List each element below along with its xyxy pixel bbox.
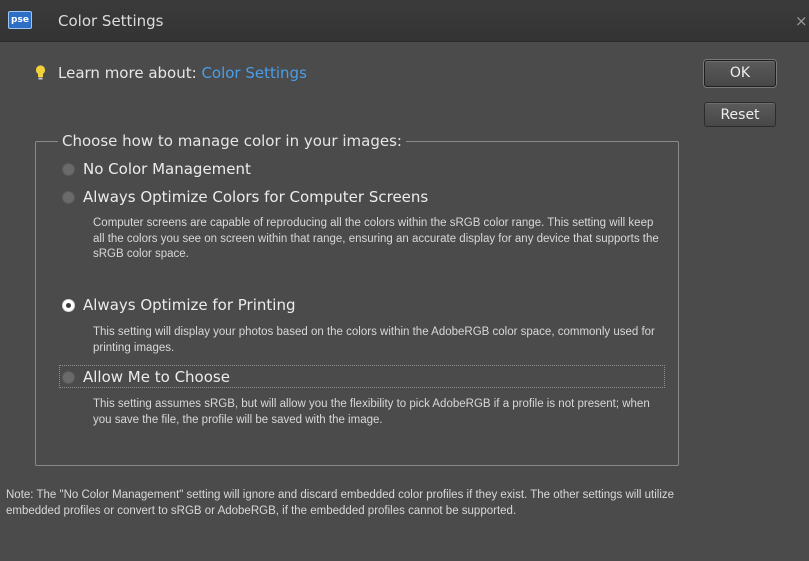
radio-label: Always Optimize Colors for Computer Scre… — [83, 188, 429, 206]
app-icon: pse — [8, 11, 32, 29]
ok-button[interactable]: OK — [704, 60, 776, 87]
radio-always-optimize-screens[interactable]: Always Optimize Colors for Computer Scre… — [62, 186, 428, 208]
radio-button[interactable] — [62, 190, 75, 204]
group-legend: Choose how to manage color in your image… — [58, 132, 406, 150]
close-icon[interactable]: × — [795, 12, 808, 30]
radio-no-color-management[interactable]: No Color Management — [62, 158, 251, 180]
radio-button[interactable] — [62, 370, 75, 384]
radio-button-selected[interactable] — [62, 298, 75, 312]
radio-label: Always Optimize for Printing — [83, 296, 296, 314]
learn-more-label: Learn more about: — [58, 64, 197, 82]
option-description: Computer screens are capable of reproduc… — [93, 217, 659, 260]
lightbulb-icon — [35, 65, 46, 80]
radio-always-optimize-printing[interactable]: Always Optimize for Printing — [62, 294, 295, 316]
title-bar: pse Color Settings × — [0, 0, 809, 42]
radio-label: No Color Management — [83, 160, 251, 178]
option-description: This setting will display your photos ba… — [93, 326, 655, 354]
note-text: Note: The "No Color Management" setting … — [6, 489, 675, 517]
radio-allow-me-to-choose[interactable]: Allow Me to Choose — [62, 366, 230, 388]
option-description: This setting assumes sRGB, but will allo… — [93, 398, 650, 426]
window-title: Color Settings — [58, 12, 164, 30]
color-settings-link[interactable]: Color Settings — [201, 64, 306, 82]
learn-more-row: Learn more about: Color Settings — [35, 64, 307, 82]
reset-button[interactable]: Reset — [704, 102, 776, 127]
radio-button[interactable] — [62, 162, 75, 176]
radio-label: Allow Me to Choose — [83, 368, 230, 386]
